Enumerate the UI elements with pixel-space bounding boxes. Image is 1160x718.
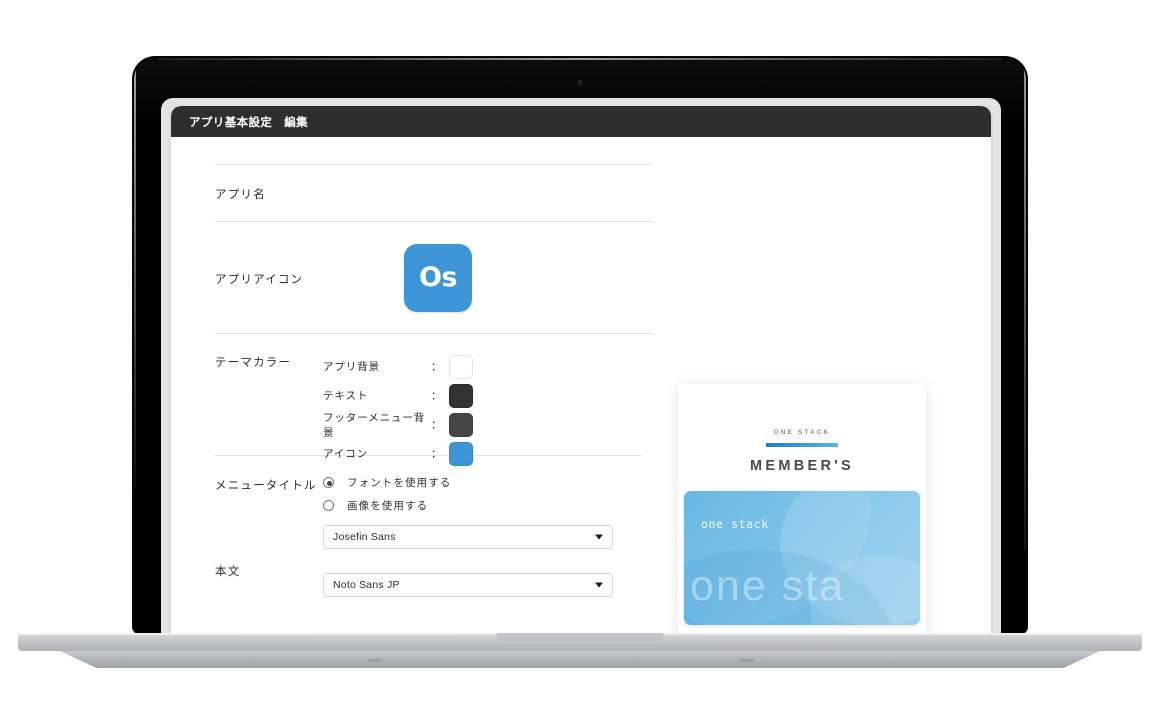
label-app-icon: アプリアイコン — [215, 273, 304, 286]
theme-color-colon: ： — [431, 390, 442, 402]
theme-color-label: テキスト — [323, 390, 369, 402]
label-menu-title: メニュータイトル — [215, 480, 317, 492]
chevron-down-icon[interactable] — [595, 582, 603, 588]
app-icon-preview[interactable]: Os — [404, 243, 472, 312]
theme-color-colon: ： — [431, 419, 442, 431]
bezel-right-highlight — [1024, 70, 1026, 550]
laptop-lid: アプリ基本設定 編集 アプリ名 アプリアイコン Os テーマカラー アプリ背景 … — [133, 57, 1027, 633]
theme-color-swatch-icon[interactable] — [449, 441, 473, 466]
window-title: アプリ基本設定 編集 — [189, 116, 308, 129]
app-preview-panel: ONE STACK MEMBER'S one stack one sta — [678, 384, 926, 633]
form-row-theme-color: テーマカラー アプリ背景 ： テキスト ： フッターメニュー背景 ： アイコン … — [171, 334, 691, 466]
laptop-base-bottom — [60, 651, 1100, 668]
form-row-menu-title: メニュータイトル フォントを使用する 画像を使用する Josefin Sans — [171, 456, 691, 549]
app-icon-glyph: Os — [418, 262, 458, 293]
base-notch — [496, 633, 664, 641]
window-titlebar: アプリ基本設定 編集 — [171, 106, 991, 137]
menu-title-radio-group: フォントを使用する 画像を使用する — [323, 475, 613, 513]
form-row-app-icon: アプリアイコン Os — [171, 222, 691, 333]
label-body-text: 本文 — [215, 566, 241, 578]
preview-member-card: one stack one sta — [684, 491, 920, 625]
theme-color-item: テキスト ： — [323, 381, 473, 410]
menu-title-controls: フォントを使用する 画像を使用する Josefin Sans — [323, 475, 613, 549]
app-name-input[interactable] — [323, 183, 691, 203]
laptop-screen: アプリ基本設定 編集 アプリ名 アプリアイコン Os テーマカラー アプリ背景 … — [161, 98, 1001, 633]
theme-color-swatch-footer-menu-background[interactable] — [449, 412, 473, 437]
radio-icon-selected[interactable] — [323, 477, 334, 488]
form-row-app-name: アプリ名 — [171, 165, 691, 221]
card-watermark-text: one sta — [690, 562, 846, 610]
theme-color-colon: ： — [431, 361, 442, 373]
select-value: Josefin Sans — [333, 531, 396, 543]
theme-color-item: フッターメニュー背景 ： — [323, 410, 473, 439]
browser-window: アプリ基本設定 編集 アプリ名 アプリアイコン Os テーマカラー アプリ背景 … — [171, 106, 991, 633]
laptop-bezel: アプリ基本設定 編集 アプリ名 アプリアイコン Os テーマカラー アプリ背景 … — [134, 58, 1026, 633]
radio-icon-unselected[interactable] — [323, 500, 334, 511]
theme-color-label: アプリ背景 — [323, 361, 380, 373]
screenshot-stage: アプリ基本設定 編集 アプリ名 アプリアイコン Os テーマカラー アプリ背景 … — [0, 0, 1160, 718]
webcam-icon — [577, 80, 583, 85]
label-theme-color: テーマカラー — [215, 357, 292, 369]
label-app-name: アプリ名 — [215, 189, 266, 201]
base-foot-right — [740, 659, 754, 662]
form-row-body-text: 本文 Noto Sans JP — [171, 549, 691, 597]
body-text-controls: Noto Sans JP — [323, 561, 613, 597]
radio-use-font[interactable]: フォントを使用する — [323, 475, 613, 490]
chevron-down-icon[interactable] — [595, 534, 603, 540]
theme-color-label: フッターメニュー背景 — [323, 411, 426, 439]
radio-label: フォントを使用する — [347, 477, 452, 489]
theme-color-colon: ： — [431, 448, 442, 460]
theme-color-swatch-app-background[interactable] — [449, 354, 473, 379]
radio-use-image[interactable]: 画像を使用する — [323, 498, 613, 513]
body-text-font-select[interactable]: Noto Sans JP — [323, 573, 613, 597]
menu-title-font-select[interactable]: Josefin Sans — [323, 525, 613, 549]
bezel-left-highlight — [134, 70, 136, 490]
page-body: アプリ名 アプリアイコン Os テーマカラー アプリ背景 ： テキスト ： フッ… — [171, 137, 991, 633]
theme-color-label: アイコン — [323, 448, 369, 460]
theme-color-swatch-text[interactable] — [449, 383, 473, 408]
preview-title: MEMBER'S — [750, 458, 854, 474]
laptop-base-top — [18, 633, 1142, 651]
base-foot-left — [368, 659, 382, 662]
theme-color-item: アプリ背景 ： — [323, 352, 473, 381]
settings-form: アプリ名 アプリアイコン Os テーマカラー アプリ背景 ： テキスト ： フッ… — [171, 137, 691, 597]
radio-label: 画像を使用する — [347, 500, 429, 512]
preview-brand-text: ONE STACK — [773, 429, 831, 436]
theme-color-item: アイコン ： — [323, 439, 473, 468]
bezel-top-highlight — [158, 58, 1002, 60]
preview-accent-bar — [766, 443, 838, 447]
select-value: Noto Sans JP — [333, 579, 400, 591]
theme-color-list: アプリ背景 ： テキスト ： フッターメニュー背景 ： アイコン ： — [323, 352, 473, 466]
card-brand-label: one stack — [701, 517, 769, 531]
